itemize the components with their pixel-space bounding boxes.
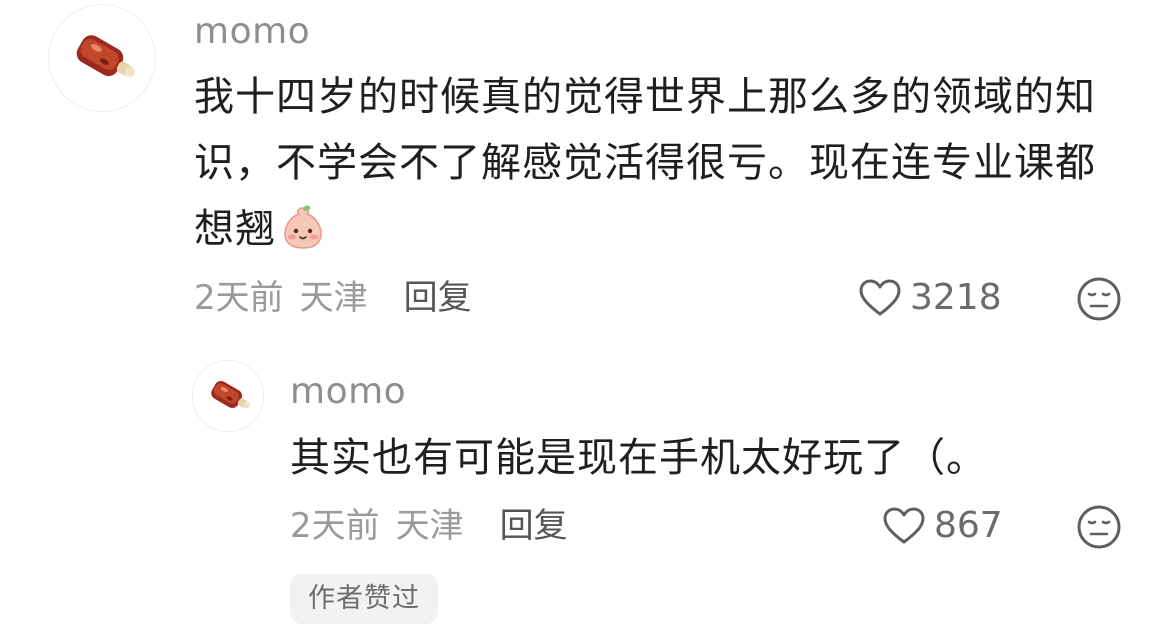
reply-dislike-button[interactable] [1076, 504, 1122, 550]
heart-outline-icon [859, 279, 901, 316]
reply-meta: 2天前 天津 回复 [290, 506, 568, 546]
reply-text: 其实也有可能是现在手机太好玩了（。 [290, 435, 987, 481]
comment-meta: 2天前 天津 回复 [194, 278, 472, 318]
rib-food-icon [211, 380, 250, 409]
comment-thread: momo 我十四岁的时候真的觉得世界上那么多的领域的知 识，不学会不了解感觉活得… [0, 0, 1170, 644]
rib-food-icon [76, 35, 136, 77]
heart-outline-icon [883, 507, 925, 544]
avatar[interactable] [48, 4, 156, 112]
author-liked-badge: 作者赞过 [290, 574, 438, 624]
location: 天津 [299, 278, 368, 318]
comment-line: 我十四岁的时候真的觉得世界上那么多的领域的知 [194, 74, 1096, 120]
timestamp: 2天前 [290, 506, 380, 546]
dislike-button[interactable] [1076, 276, 1122, 322]
reply-like-button[interactable]: 867 [882, 506, 1003, 546]
timestamp: 2天前 [194, 278, 284, 318]
comment-line: 想翘 [194, 196, 1096, 262]
username[interactable]: momo [194, 12, 310, 52]
location: 天津 [395, 506, 464, 546]
like-button[interactable]: 3218 [858, 278, 1002, 318]
comment-line-text: 想翘 [194, 206, 276, 252]
shy-face-emoji-icon [278, 202, 328, 252]
reply-button[interactable]: 回复 [500, 506, 568, 546]
comment-text: 我十四岁的时候真的觉得世界上那么多的领域的知 识，不学会不了解感觉活得很亏。现在… [194, 64, 1096, 262]
comment-line: 识，不学会不了解感觉活得很亏。现在连专业课都 [194, 140, 1096, 186]
reply-username[interactable]: momo [290, 372, 406, 412]
like-count: 3218 [910, 277, 1002, 318]
expressionless-face-icon [1077, 277, 1121, 321]
reply-button[interactable]: 回复 [404, 278, 472, 318]
expressionless-face-icon [1077, 505, 1121, 549]
like-count: 867 [934, 505, 1003, 546]
reply-avatar[interactable] [192, 360, 264, 432]
